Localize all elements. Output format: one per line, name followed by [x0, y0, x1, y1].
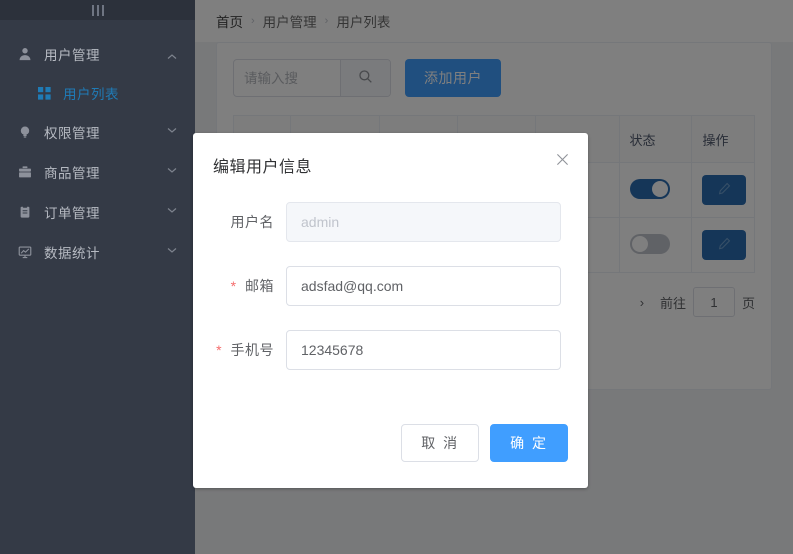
sidebar-item-label: 商品管理	[44, 166, 100, 181]
chart-board-icon	[18, 245, 37, 259]
sidebar-item-label: 数据统计	[44, 246, 100, 261]
grid-icon	[38, 86, 55, 100]
cancel-button[interactable]: 取 消	[401, 424, 480, 462]
dialog-title: 编辑用户信息	[213, 159, 313, 176]
dialog-header: 编辑用户信息	[193, 133, 588, 187]
username-input	[286, 202, 561, 242]
user-icon	[18, 47, 37, 61]
edit-user-dialog: 编辑用户信息 用户名 * 邮箱	[193, 133, 588, 488]
sidebar-menu: 用户管理 用户列表 权限管理 商品管理 订单管理 数据统计	[0, 20, 195, 272]
sidebar-item-product-management[interactable]: 商品管理	[0, 152, 195, 192]
form-label-phone: * 手机号	[202, 340, 286, 360]
sidebar-item-user-list[interactable]: 用户列表	[0, 74, 195, 112]
dialog-body: 用户名 * 邮箱 * 手机号	[193, 187, 588, 402]
sidebar-item-order-management[interactable]: 订单管理	[0, 192, 195, 232]
close-button[interactable]	[553, 152, 571, 170]
chevron-down-icon	[167, 166, 177, 177]
close-icon	[556, 153, 569, 169]
field-label-text: 邮箱	[245, 278, 274, 294]
field-label-text: 手机号	[230, 342, 274, 358]
chevron-up-icon	[167, 50, 177, 61]
sidebar: 用户管理 用户列表 权限管理 商品管理 订单管理 数据统计	[0, 0, 195, 554]
confirm-button[interactable]: 确 定	[490, 424, 568, 462]
phone-input[interactable]	[286, 330, 561, 370]
bulb-icon	[18, 125, 37, 139]
sidebar-subitem-label: 用户列表	[63, 87, 119, 102]
required-asterisk-icon: *	[216, 342, 223, 358]
briefcase-icon	[18, 165, 37, 179]
clipboard-icon	[18, 205, 37, 219]
sidebar-item-label: 用户管理	[44, 48, 100, 63]
sidebar-item-data-statistics[interactable]: 数据统计	[0, 232, 195, 272]
form-row-username: 用户名	[202, 202, 561, 242]
chevron-down-icon	[167, 246, 177, 257]
form-label-email: * 邮箱	[202, 276, 286, 296]
sidebar-item-label: 权限管理	[44, 126, 100, 141]
menu-bars-icon[interactable]	[91, 4, 104, 16]
form-row-email: * 邮箱	[202, 266, 561, 306]
form-label-username: 用户名	[202, 212, 286, 232]
chevron-down-icon	[167, 206, 177, 217]
field-label-text: 用户名	[230, 214, 274, 230]
email-input[interactable]	[286, 266, 561, 306]
form-row-phone: * 手机号	[202, 330, 561, 370]
app-root: 用户管理 用户列表 权限管理 商品管理 订单管理 数据统计 请输入搜 1 编辑用…	[0, 0, 793, 554]
sidebar-item-permission-management[interactable]: 权限管理	[0, 112, 195, 152]
sidebar-item-label: 订单管理	[44, 206, 100, 221]
dialog-footer: 取 消 确 定	[193, 402, 588, 488]
sidebar-header	[0, 0, 195, 20]
required-asterisk-icon: *	[230, 278, 237, 294]
chevron-down-icon	[167, 126, 177, 137]
sidebar-item-user-management[interactable]: 用户管理	[0, 34, 195, 74]
